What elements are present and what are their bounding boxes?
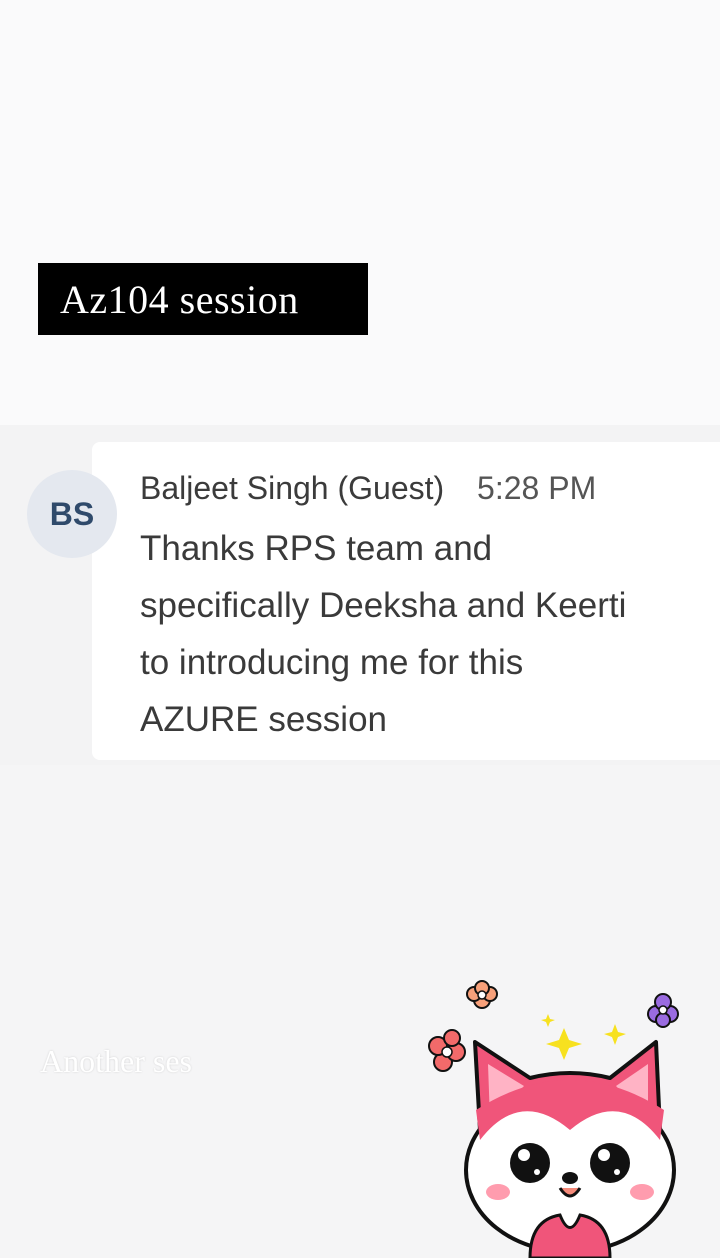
message-time: 5:28 PM [477, 470, 597, 506]
cat-face [464, 1040, 676, 1258]
top-area [0, 0, 720, 425]
flower-icon [647, 993, 679, 1028]
overlay-caption: Another ses [40, 1043, 192, 1079]
avatar[interactable]: BS [27, 470, 117, 558]
session-title: Az104 session [38, 263, 368, 335]
flower-icon [466, 980, 498, 1009]
avatar-initials: BS [49, 495, 95, 532]
cat-sticker [428, 980, 679, 1258]
sparkle-icon [546, 1028, 582, 1060]
message-header: Baljeet Singh (Guest) 5:28 PM [140, 470, 596, 507]
message-line: to introducing me for this [140, 643, 524, 682]
sparkle-icon [541, 1014, 555, 1027]
session-title-text: Az104 session [60, 276, 299, 322]
flower-icon [428, 1029, 466, 1072]
sender-name[interactable]: Baljeet Singh (Guest) [140, 470, 444, 506]
message-line: AZURE session [140, 700, 388, 739]
message-body: Thanks RPS team and specifically Deeksha… [140, 520, 700, 748]
message-line: Thanks RPS team and [140, 529, 493, 568]
sparkle-icon [604, 1024, 626, 1045]
message-line: specifically Deeksha and Keerti [140, 586, 627, 625]
